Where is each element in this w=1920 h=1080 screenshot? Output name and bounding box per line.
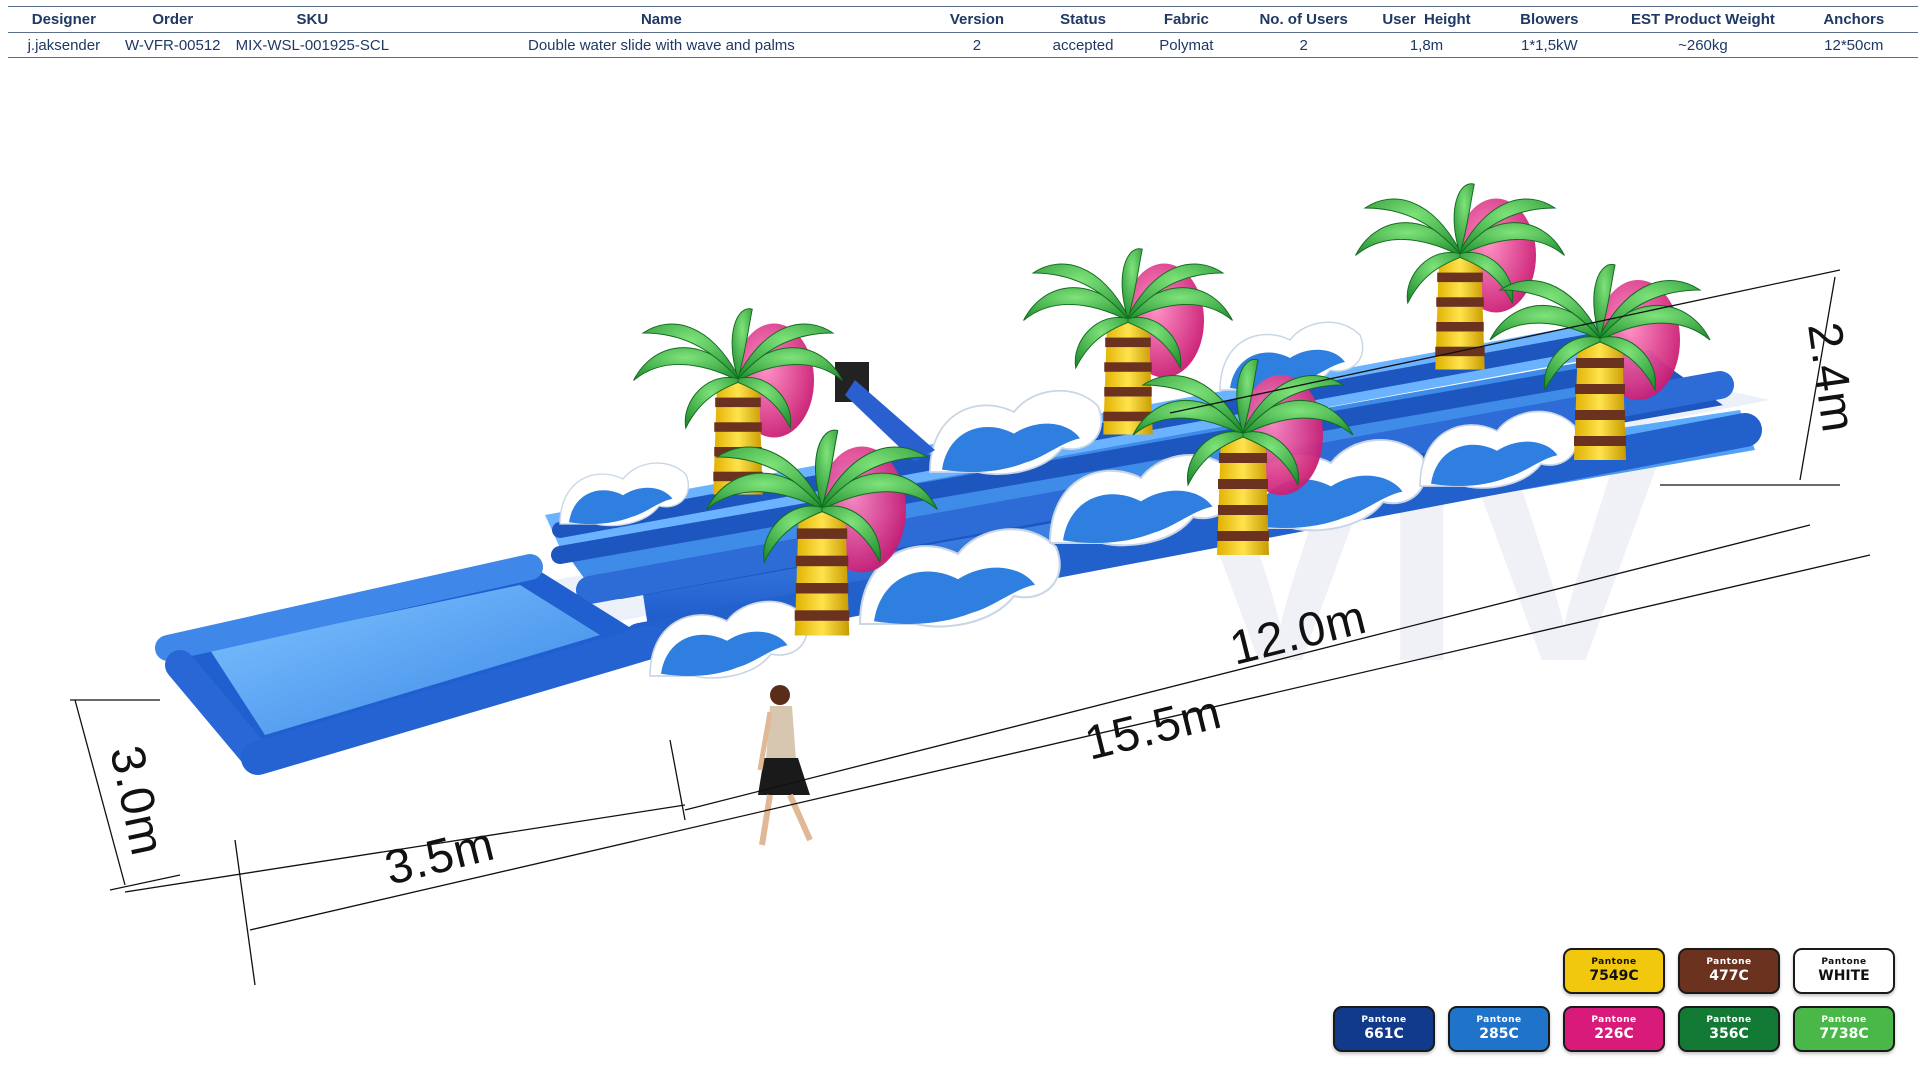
swatch-label: Pantone <box>1821 957 1867 967</box>
dimension-width: 3.0m <box>99 741 174 860</box>
value-blowers: 1*1,5kW <box>1482 32 1617 58</box>
swatch-code: 285C <box>1479 1026 1519 1042</box>
swatch-code: 7549C <box>1589 968 1639 984</box>
spec-table: Designer Order SKU Name Version Status F… <box>8 6 1918 58</box>
spec-value-row: j.jaksender W-VFR-00512 MIX-WSL-001925-S… <box>8 32 1918 58</box>
value-order: W-VFR-00512 <box>119 32 226 58</box>
swatch-code: 477C <box>1709 968 1749 984</box>
swatch-label: Pantone <box>1591 1015 1637 1025</box>
value-name: Double water slide with wave and palms <box>398 32 924 58</box>
header-status: Status <box>1030 6 1137 33</box>
value-sku: MIX-WSL-001925-SCL <box>225 32 399 58</box>
header-weight: EST Product Weight <box>1616 6 1790 33</box>
swatch-285c: Pantone 285C <box>1448 1006 1550 1052</box>
swatch-code: 356C <box>1709 1026 1749 1042</box>
header-sku: SKU <box>225 6 399 33</box>
value-designer: j.jaksender <box>8 32 120 58</box>
swatch-label: Pantone <box>1706 1015 1752 1025</box>
swatch-label: Pantone <box>1476 1015 1522 1025</box>
value-version: 2 <box>923 32 1030 58</box>
swatch-code: 661C <box>1364 1026 1404 1042</box>
header-fabric: Fabric <box>1136 6 1237 33</box>
swatch-226c: Pantone 226C <box>1563 1006 1665 1052</box>
header-users: No. of Users <box>1236 6 1371 33</box>
swatch-code: 226C <box>1594 1026 1634 1042</box>
swatch-label: Pantone <box>1821 1015 1867 1025</box>
swatch-white: Pantone WHITE <box>1793 948 1895 994</box>
header-blowers: Blowers <box>1482 6 1617 33</box>
header-designer: Designer <box>8 6 120 33</box>
swatch-356c: Pantone 356C <box>1678 1006 1780 1052</box>
swatch-7738c: Pantone 7738C <box>1793 1006 1895 1052</box>
swatch-7549c: Pantone 7549C <box>1563 948 1665 994</box>
value-weight: ~260kg <box>1616 32 1790 58</box>
swatch-label: Pantone <box>1361 1015 1407 1025</box>
dimension-total-length: 15.5m <box>1080 686 1227 771</box>
swatch-label: Pantone <box>1706 957 1752 967</box>
splash-pool <box>155 554 667 775</box>
dimension-height: 2.4m <box>1797 319 1865 436</box>
swatch-label: Pantone <box>1591 957 1637 967</box>
header-user-height: User Height <box>1370 6 1483 33</box>
header-anchors: Anchors <box>1789 6 1918 33</box>
header-version: Version <box>923 6 1030 33</box>
header-order: Order <box>119 6 226 33</box>
swatch-code: 7738C <box>1819 1026 1869 1042</box>
person-figure <box>757 685 813 846</box>
swatch-code: WHITE <box>1818 968 1870 984</box>
value-fabric: Polymat <box>1136 32 1237 58</box>
value-status: accepted <box>1030 32 1137 58</box>
swatch-661c: Pantone 661C <box>1333 1006 1435 1052</box>
blower <box>835 362 935 462</box>
swatch-477c: Pantone 477C <box>1678 948 1780 994</box>
dimension-pool-length: 3.5m <box>380 817 500 895</box>
spec-header-row: Designer Order SKU Name Version Status F… <box>8 6 1918 33</box>
value-anchors: 12*50cm <box>1789 32 1918 58</box>
value-user-height: 1,8m <box>1370 32 1483 58</box>
value-users: 2 <box>1236 32 1371 58</box>
header-name: Name <box>398 6 924 33</box>
product-rendering: VIV 3.0m 3.5m 15.5m 12.0m 2.4m <box>70 183 1871 986</box>
